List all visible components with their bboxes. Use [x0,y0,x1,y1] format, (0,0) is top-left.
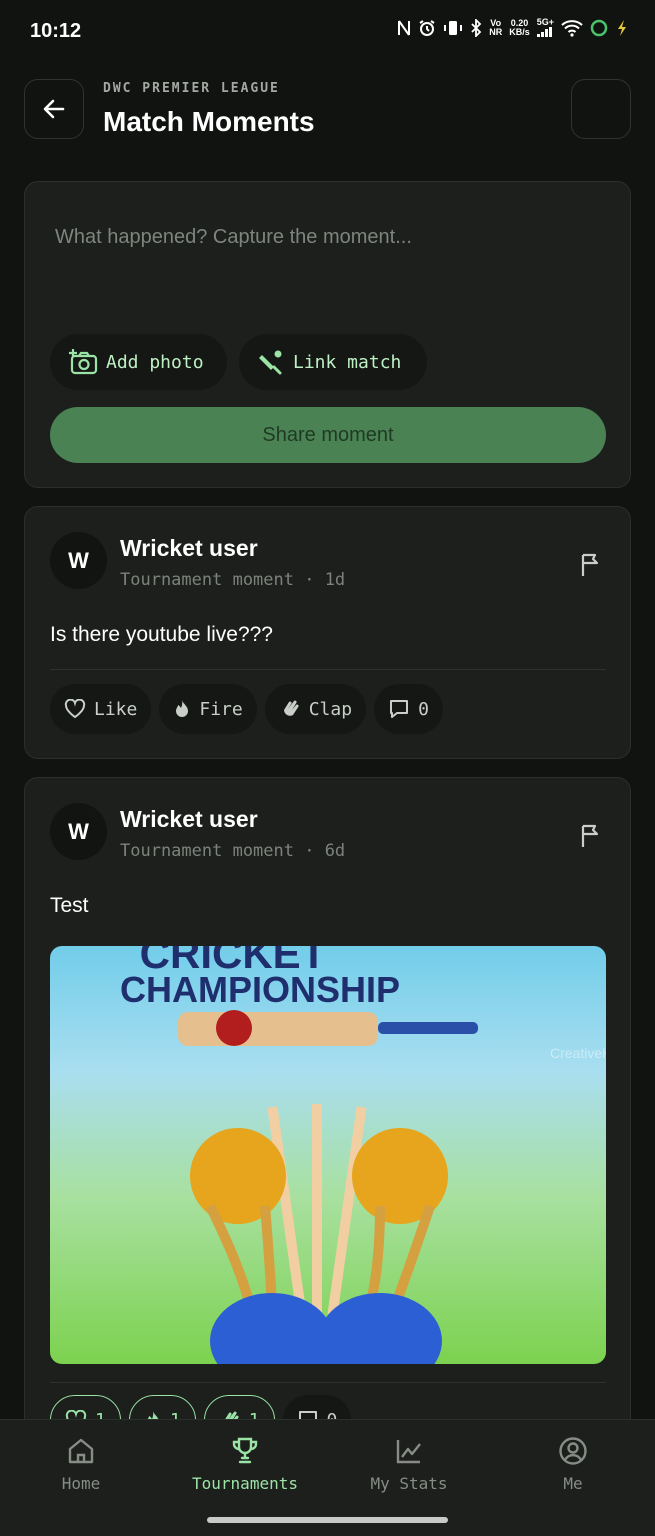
like-button[interactable]: Like [50,684,152,734]
post-author[interactable]: Wricket user [120,535,258,562]
report-button[interactable] [579,823,603,854]
link-match-label: Link match [293,351,402,373]
moment-post: W Wricket user Tournament moment · 1d Is… [24,506,631,759]
add-photo-button[interactable]: Add photo [50,334,227,390]
comment-button[interactable]: 0 [374,684,443,734]
volte-indicator: Vo NR [489,17,503,37]
post-divider [50,669,606,670]
nfc-icon [398,19,411,36]
post-text: Test [50,894,89,917]
cricket-bat-icon [259,350,282,375]
nav-my-stats[interactable]: My Stats [329,1436,489,1493]
fire-icon [176,700,189,717]
signal-icon [537,27,553,37]
header: DWC PREMIER LEAGUE Match Moments [24,78,631,140]
clap-button[interactable]: Clap [264,684,367,734]
header-action-button[interactable] [571,79,631,139]
post-text: Is there youtube live??? [50,623,273,646]
flag-icon [581,824,599,847]
signal-indicator: 5G+ [537,18,554,37]
user-circle-icon [559,1437,587,1465]
charging-icon [618,19,626,36]
clap-icon [283,700,299,716]
fire-button[interactable]: Fire [159,684,257,734]
home-icon [68,1438,94,1464]
add-photo-label: Add photo [106,351,204,373]
home-indicator[interactable] [207,1517,448,1523]
chart-line-icon [396,1440,421,1464]
status-icons: Vo NR 0.20 KB/s 5G+ [397,18,629,37]
status-bar: 10:12 Vo NR 0.20 KB/s 5G+ [0,0,655,66]
back-button[interactable] [24,79,84,139]
post-meta: Tournament moment · 1d [120,570,346,590]
cricket-championship-illustration: CRICKET CHAMPIONSHIP CreativeHatti [120,946,606,1364]
league-name: DWC PREMIER LEAGUE [103,81,280,96]
bluetooth-icon [471,18,482,37]
alarm-icon [419,19,435,36]
post-meta: Tournament moment · 6d [120,841,346,861]
comment-icon [390,700,409,718]
post-author[interactable]: Wricket user [120,806,258,833]
post-image[interactable]: CRICKET CHAMPIONSHIP CreativeHatti [50,946,606,1364]
nav-me[interactable]: Me [493,1436,653,1493]
trophy-icon [232,1437,258,1464]
nav-home[interactable]: Home [1,1436,161,1493]
wifi-icon [561,19,583,37]
moment-composer: What happened? Capture the moment... Add… [24,181,631,488]
flag-icon [581,553,599,576]
post-divider [50,1382,606,1383]
image-watermark: CreativeHatti [550,1045,606,1061]
nav-tournaments[interactable]: Tournaments [165,1436,325,1493]
share-moment-button[interactable]: Share moment [50,407,606,463]
link-match-button[interactable]: Link match [239,334,427,390]
battery-ring-icon [590,19,608,36]
moment-input[interactable]: What happened? Capture the moment... [55,226,412,249]
avatar[interactable]: W [50,532,107,589]
reaction-bar: Like Fire Clap 0 [50,684,443,734]
poster-title-line2: CHAMPIONSHIP [120,969,400,1010]
arrow-left-icon [43,99,65,119]
avatar[interactable]: W [50,803,107,860]
network-speed: 0.20 KB/s [509,17,530,37]
page-title: Match Moments [103,106,315,137]
add-photo-icon [69,349,98,375]
moment-post: W Wricket user Tournament moment · 6d Te… [24,777,631,1477]
report-button[interactable] [579,552,603,583]
status-time: 10:12 [30,20,82,42]
vibrate-icon [444,20,463,35]
heart-icon [64,699,86,719]
